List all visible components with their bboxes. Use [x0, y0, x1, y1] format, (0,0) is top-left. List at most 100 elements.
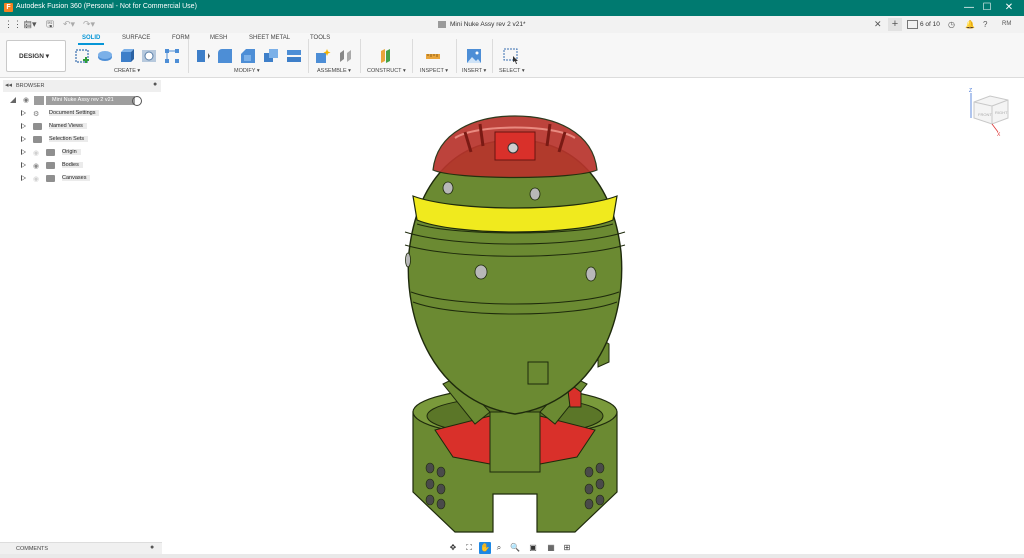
- expand-arrow-icon[interactable]: [21, 149, 26, 155]
- close-tab-icon[interactable]: ✕: [874, 19, 882, 30]
- select-menu[interactable]: SELECT ▾: [499, 68, 525, 74]
- bomb-body: [404, 139, 626, 415]
- orbit-icon[interactable]: ✥: [447, 542, 459, 554]
- create-menu[interactable]: CREATE ▾: [114, 68, 140, 74]
- save-icon[interactable]: 🖫: [44, 18, 56, 31]
- status-bar: [0, 554, 1024, 558]
- browser-item-document-settings[interactable]: ⚙ Document Settings: [0, 107, 162, 120]
- browser-root-item[interactable]: ◉ Mini Nuke Assy rev 2 v21: [0, 94, 162, 107]
- divider: [360, 39, 361, 73]
- user-avatar[interactable]: RM: [1002, 18, 1018, 31]
- browser-item-canvases[interactable]: ◉ Canvases: [0, 172, 162, 185]
- maximize-button[interactable]: ☐: [976, 0, 998, 16]
- divider: [308, 39, 309, 73]
- visibility-eye-icon[interactable]: ◉: [23, 96, 29, 104]
- fit-zoom-icon[interactable]: 🔍: [509, 542, 521, 554]
- comments-pin-icon[interactable]: ●: [150, 544, 154, 551]
- insert-image-icon[interactable]: [465, 47, 483, 65]
- document-tab[interactable]: Mini Nuke Assy rev 2 v21* ✕: [430, 16, 886, 33]
- undo-icon[interactable]: ↶▾: [62, 18, 76, 31]
- file-menu-icon[interactable]: ▤▾: [22, 18, 38, 31]
- new-tab-button[interactable]: +: [888, 18, 902, 31]
- viewports-icon[interactable]: ⊞: [561, 542, 573, 554]
- zoom-window-icon[interactable]: ⌕: [493, 542, 505, 554]
- browser-item-origin[interactable]: ◉ Origin: [0, 146, 162, 159]
- viewcube[interactable]: FRONT RIGHT Z X: [966, 88, 1016, 136]
- title-bar: F Autodesk Fusion 360 (Personal - Not fo…: [0, 0, 1024, 16]
- chamfer-icon[interactable]: [239, 47, 257, 65]
- document-tab-title: Mini Nuke Assy rev 2 v21*: [450, 21, 526, 28]
- visibility-eye-icon[interactable]: ◉: [33, 175, 39, 183]
- notifications-bell-icon[interactable]: 🔔: [965, 18, 977, 31]
- expand-arrow-icon[interactable]: [21, 136, 26, 142]
- folder-icon: [46, 149, 55, 156]
- inspect-menu[interactable]: INSPECT ▾: [420, 68, 448, 74]
- assemble-menu[interactable]: ASSEMBLE ▾: [317, 68, 351, 74]
- pattern-icon[interactable]: [163, 47, 181, 65]
- model-viewport[interactable]: [395, 112, 635, 538]
- z-axis-label: Z: [969, 88, 972, 94]
- tab-tools[interactable]: TOOLS: [310, 35, 330, 41]
- extrude-icon[interactable]: [96, 47, 114, 65]
- modify-menu[interactable]: MODIFY ▾: [234, 68, 260, 74]
- browser-item-named-views[interactable]: Named Views: [0, 120, 162, 133]
- tab-sheet-metal[interactable]: SHEET METAL: [249, 35, 290, 41]
- folder-icon: [33, 136, 42, 143]
- browser-item-label: Document Settings: [49, 110, 100, 116]
- window-select-icon[interactable]: [502, 47, 520, 65]
- look-at-icon[interactable]: ⛶: [463, 542, 475, 554]
- create-sketch-icon[interactable]: [74, 47, 92, 65]
- tab-mesh[interactable]: MESH: [210, 35, 227, 41]
- new-component-icon[interactable]: [314, 47, 332, 65]
- grid-settings-icon[interactable]: ▦: [545, 542, 557, 554]
- press-pull-icon[interactable]: [194, 47, 212, 65]
- browser-header[interactable]: ◂◂ BROWSER ●: [3, 80, 161, 92]
- measure-icon[interactable]: [424, 47, 442, 65]
- shell-icon[interactable]: [285, 47, 303, 65]
- activate-component-icon[interactable]: [132, 96, 142, 106]
- expand-arrow-icon[interactable]: [21, 162, 26, 168]
- browser-item-bodies[interactable]: ◉ Bodies: [0, 159, 162, 172]
- joint-icon[interactable]: [337, 47, 355, 65]
- expand-arrow-icon[interactable]: [21, 110, 26, 116]
- hole-icon[interactable]: [140, 47, 158, 65]
- browser-title: BROWSER: [16, 83, 45, 89]
- tab-surface[interactable]: SURFACE: [122, 35, 150, 41]
- visibility-eye-icon[interactable]: ◉: [33, 162, 39, 170]
- browser-item-selection-sets[interactable]: Selection Sets: [0, 133, 162, 146]
- gear-icon: ⚙: [33, 111, 40, 118]
- browser-pin-icon[interactable]: ●: [153, 81, 157, 88]
- workspace-switcher[interactable]: DESIGN ▾: [6, 40, 66, 72]
- construct-menu[interactable]: CONSTRUCT ▾: [367, 68, 406, 74]
- job-status-icon: [907, 19, 918, 29]
- collapse-browser-icon[interactable]: ◂◂: [5, 81, 12, 89]
- job-status[interactable]: 6 of 10: [907, 18, 940, 31]
- help-icon[interactable]: ?: [983, 18, 995, 31]
- app-grid-icon[interactable]: ⋮⋮⋮: [4, 18, 31, 31]
- divider: [456, 39, 457, 73]
- fillet-icon[interactable]: [216, 47, 234, 65]
- pan-hand-icon[interactable]: ✋: [479, 542, 491, 554]
- combine-icon[interactable]: [262, 47, 280, 65]
- viewcube-front-label[interactable]: FRONT: [978, 112, 992, 117]
- document-icon: [438, 21, 446, 28]
- insert-menu[interactable]: INSERT ▾: [462, 68, 486, 74]
- box-icon[interactable]: [118, 47, 136, 65]
- folder-icon: [46, 175, 55, 182]
- comments-title: COMMENTS: [16, 546, 49, 552]
- offset-plane-icon[interactable]: [377, 47, 395, 65]
- expand-arrow-icon[interactable]: [21, 175, 26, 181]
- active-tab-indicator: [78, 43, 104, 45]
- clock-icon[interactable]: ◷: [948, 18, 960, 31]
- x-axis-label: X: [997, 132, 1001, 136]
- tab-solid[interactable]: SOLID: [82, 35, 100, 41]
- display-settings-icon[interactable]: ▣: [527, 542, 539, 554]
- close-window-button[interactable]: ✕: [998, 0, 1020, 16]
- expand-arrow-icon[interactable]: [21, 123, 26, 129]
- viewcube-right-label[interactable]: RIGHT: [995, 110, 1008, 115]
- expand-arrow-icon[interactable]: [10, 97, 16, 103]
- redo-icon[interactable]: ↷▾: [82, 18, 96, 31]
- browser-item-label: Origin: [62, 149, 81, 155]
- browser-item-label: Named Views: [49, 123, 87, 129]
- visibility-eye-icon[interactable]: ◉: [33, 149, 39, 157]
